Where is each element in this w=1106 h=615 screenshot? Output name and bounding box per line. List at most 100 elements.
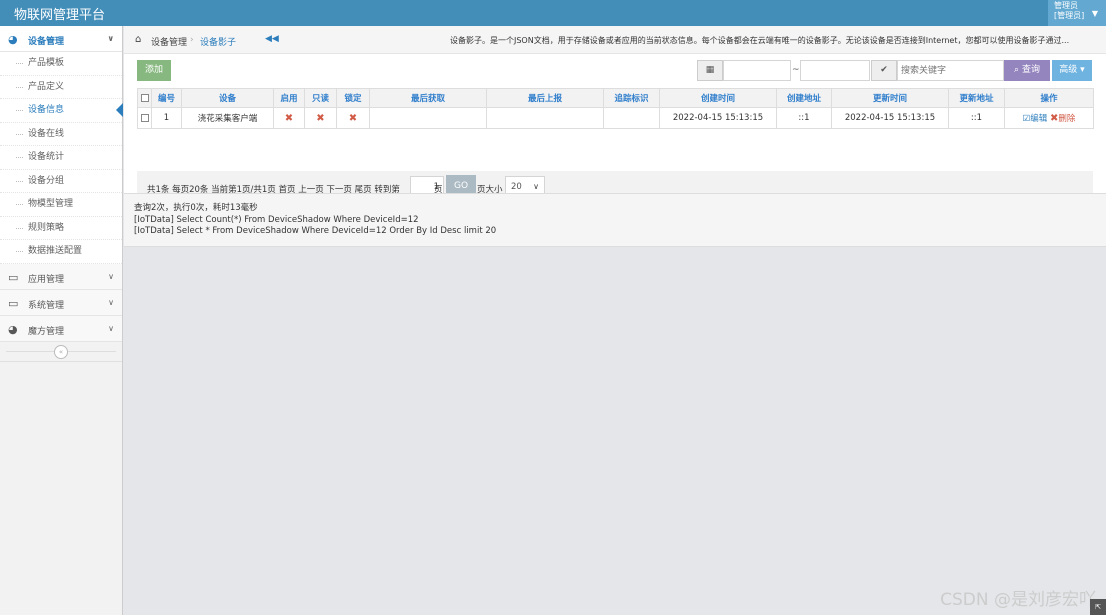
query-label: 查询 [1021,65,1040,75]
caret-down-icon: ▼ [1091,9,1098,18]
breadcrumb: ⌂ 设备管理 › 设备影子 ◀◀ 设备影子。是一个JSON文档，用于存储设备或者… [124,26,1106,54]
column-header[interactable]: 更新地址 [948,88,1005,108]
page-size-value: 20 [511,182,522,192]
top-navbar: 物联网管理平台 管理员 [管理员] ▼ [0,0,1106,26]
content-panel: 添加 ▦ ~ ✔ ⌕ 查询 高级 ▾ 编号 设备 启用 [124,54,1106,207]
sidebar-group-label: 设备管理 [28,37,65,47]
calendar-icon[interactable]: ▦ [697,60,723,81]
row-checkbox[interactable] [137,107,152,129]
log-line: [IoTData] Select Count(*) From DeviceSha… [134,214,419,225]
breadcrumb-item-device-shadow[interactable]: 设备影子 [200,35,236,48]
column-header[interactable]: 编号 [151,88,182,108]
sidebar-group-app-management[interactable]: ▭ 应用管理 ∨ [0,263,122,290]
close-icon: ✖ [284,112,294,124]
chevron-down-icon: ∨ [108,323,114,333]
delete-link[interactable]: ✖删除 [1050,113,1076,124]
select-all-checkbox[interactable] [137,88,152,108]
column-header[interactable]: 锁定 [336,88,370,108]
edit-label: 编辑 [1030,114,1048,124]
table-header-row: 编号 设备 启用 只读 锁定 最后获取 最后上报 追踪标识 创建时间 创建地址 … [137,88,1094,108]
sidebar-item-device-group[interactable]: 设备分组 [0,170,122,193]
table-row: 1 浇花采集客户端 ✖ ✖ ✖ 2022-04-15 15:13:15 ::1 … [137,107,1094,129]
sidebar-item-device-info[interactable]: 设备信息 [0,99,123,123]
query-button[interactable]: ⌕ 查询 [1004,60,1050,81]
breadcrumb-item-device-management[interactable]: 设备管理 [151,35,187,48]
column-header[interactable]: 创建地址 [776,88,832,108]
sidebar-group-system-management[interactable]: ▭ 系统管理 ∨ [0,289,122,316]
log-line: [IoTData] Select * From DeviceShadow Whe… [134,226,497,236]
desktop-icon: ▭ [8,270,19,284]
watermark: CSDN @是刘彦宏吖 [940,590,1096,610]
sidebar-item-data-push[interactable]: 数据推送配置 [0,240,122,264]
cell-updated-time: 2022-04-15 15:13:15 [831,107,949,129]
sidebar-item-device-stats[interactable]: 设备统计 [0,146,122,170]
cell-updated-addr: ::1 [948,107,1005,129]
device-shadow-table: 编号 设备 启用 只读 锁定 最后获取 最后上报 追踪标识 创建时间 创建地址 … [137,88,1094,129]
app-title: 物联网管理平台 [14,8,106,23]
end-date-input[interactable] [800,60,870,81]
add-button[interactable]: 添加 [137,60,171,81]
dashboard-icon: ◕ [8,33,18,46]
cell-created-addr: ::1 [776,107,832,129]
home-icon[interactable]: ⌂ [135,34,141,45]
sidebar-item-rule-policy[interactable]: 规则策略 [0,217,122,240]
sidebar-item-thing-model[interactable]: 物模型管理 [0,193,122,217]
start-date-input[interactable] [723,60,791,81]
column-header[interactable]: 创建时间 [659,88,777,108]
cell-id: 1 [151,107,182,129]
search-input[interactable] [897,60,1004,81]
sidebar-item-device-online[interactable]: 设备在线 [0,123,122,146]
column-header[interactable]: 更新时间 [831,88,949,108]
cell-trace-id [603,107,660,129]
sidebar-item-product-template[interactable]: 产品模板 [0,52,122,76]
sidebar-item-product-definition[interactable]: 产品定义 [0,76,122,99]
page-description: 设备影子。是一个JSON文档，用于存储设备或者应用的当前状态信息。每个设备都会在… [450,36,1070,45]
sidebar-submenu: 产品模板 产品定义 设备信息 设备在线 设备统计 设备分组 物模型管理 规则策略… [0,52,123,264]
caret-down-icon: ▾ [1080,65,1085,75]
close-icon: ✖ [316,112,325,124]
sidebar-group-label: 应用管理 [28,274,65,285]
delete-label: 删除 [1058,114,1076,124]
main-content: ⌂ 设备管理 › 设备影子 ◀◀ 设备影子。是一个JSON文档，用于存储设备或者… [124,26,1106,615]
advanced-label: 高级 [1059,65,1078,75]
column-header[interactable]: 启用 [273,88,305,108]
user-name: 管理员 [1054,1,1078,10]
collapse-sidebar-icon[interactable]: « [54,344,68,359]
query-log: 查询2次，执行0次，耗时13毫秒 [IoTData] Select Count(… [124,193,1106,247]
desktop-icon: ▭ [8,296,19,310]
chevron-down-icon: ∨ [533,182,539,191]
sidebar: ◕ 设备管理 ∨ 产品模板 产品定义 设备信息 设备在线 设备统计 设备分组 物… [0,26,123,615]
cell-device: 浇花采集客户端 [181,107,274,129]
chevron-down-icon: ∨ [108,297,114,307]
cell-created-time: 2022-04-15 15:13:15 [659,107,777,129]
breadcrumb-separator-icon: › [190,35,194,45]
sidebar-collapse-bar: « [0,342,122,362]
scroll-to-top-icon[interactable]: ⇱ [1090,599,1106,615]
log-line: 查询2次，执行0次，耗时13毫秒 [134,203,258,213]
column-header[interactable]: 最后上报 [486,88,604,108]
dashboard-icon: ◕ [8,322,18,336]
column-header[interactable]: 设备 [181,88,274,108]
back-icon[interactable]: ◀◀ [265,34,279,44]
chevron-down-icon: ∨ [108,271,114,281]
user-menu[interactable]: 管理员 [管理员] ▼ [1048,0,1106,26]
sidebar-group-cube-management[interactable]: ◕ 魔方管理 ∨ [0,315,122,342]
user-role: [管理员] [1054,11,1085,20]
cell-actions: ☑编辑 ✖删除 [1004,107,1094,129]
cell-last-get [369,107,487,129]
cell-last-report [486,107,604,129]
column-header[interactable]: 最后获取 [369,88,487,108]
check-icon[interactable]: ✔ [871,60,897,81]
sidebar-group-label: 系统管理 [28,300,65,311]
column-header: 操作 [1004,88,1094,108]
edit-link[interactable]: ☑编辑 [1023,114,1048,124]
column-header[interactable]: 只读 [304,88,337,108]
column-header[interactable]: 追踪标识 [603,88,660,108]
sidebar-group-label: 魔方管理 [28,326,65,337]
sidebar-group-device-management[interactable]: ◕ 设备管理 ∨ [0,26,122,52]
search-icon: ⌕ [1014,65,1020,75]
advanced-button[interactable]: 高级 ▾ [1052,60,1092,81]
close-icon: ✖ [348,112,358,124]
chevron-down-icon: ∨ [107,34,115,43]
date-separator: ~ [792,65,800,75]
